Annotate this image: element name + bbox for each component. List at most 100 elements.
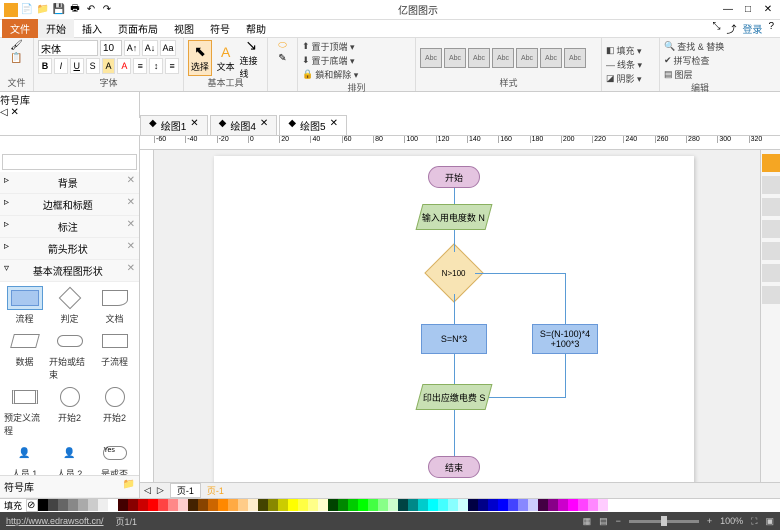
color-swatch[interactable] xyxy=(318,499,328,511)
decrease-font-icon[interactable]: A↓ xyxy=(142,40,158,56)
menu-tab[interactable]: 插入 xyxy=(74,19,110,38)
find-replace[interactable]: 🔍查找 & 替换 xyxy=(664,40,724,53)
color-swatch[interactable] xyxy=(128,499,138,511)
color-swatch[interactable] xyxy=(68,499,78,511)
color-swatch[interactable] xyxy=(178,499,188,511)
color-swatch[interactable] xyxy=(248,499,258,511)
color-swatch[interactable] xyxy=(568,499,578,511)
menu-tab[interactable]: 符号 xyxy=(202,19,238,38)
fit-icon[interactable]: ⛶ xyxy=(751,516,757,527)
increase-font-icon[interactable]: A↑ xyxy=(124,40,140,56)
category-item[interactable]: ▹箭头形状✕ xyxy=(0,238,139,260)
close-icon[interactable]: ✕ xyxy=(762,4,774,15)
doc-tab[interactable]: ◆绘图1✕ xyxy=(140,115,208,135)
minimize-icon[interactable]: — xyxy=(722,4,734,15)
color-swatch[interactable] xyxy=(418,499,428,511)
bullets-icon[interactable]: ≡ xyxy=(133,58,147,74)
node-end[interactable]: 结束 xyxy=(428,456,480,478)
paintbrush-icon[interactable]: 🖌 xyxy=(10,40,23,51)
menu-file[interactable]: 文件 xyxy=(2,19,38,38)
color-swatch[interactable] xyxy=(168,499,178,511)
font-size-input[interactable] xyxy=(100,40,122,56)
spell-check[interactable]: ✔拼写检查 xyxy=(664,54,724,67)
color-swatch[interactable] xyxy=(148,499,158,511)
color-swatch[interactable] xyxy=(428,499,438,511)
color-swatch[interactable] xyxy=(558,499,568,511)
node-start[interactable]: 开始 xyxy=(428,166,480,188)
paste-icon[interactable]: 📋 xyxy=(10,53,22,64)
zoom-in-icon[interactable]: + xyxy=(707,516,712,526)
color-swatch[interactable] xyxy=(88,499,98,511)
color-swatch[interactable] xyxy=(328,499,338,511)
align-icon[interactable]: ≡ xyxy=(165,58,179,74)
tool-icon[interactable] xyxy=(762,242,780,260)
sidebar-bottom[interactable]: 符号库📁 xyxy=(0,475,139,498)
color-swatch[interactable] xyxy=(288,499,298,511)
color-swatch[interactable] xyxy=(378,499,388,511)
connector-tool[interactable]: ↘连接线 xyxy=(239,40,263,76)
color-swatch[interactable] xyxy=(158,499,168,511)
color-swatch[interactable] xyxy=(38,499,48,511)
open-icon[interactable]: 📁 xyxy=(36,3,50,17)
bold-icon[interactable]: B xyxy=(38,58,52,74)
sidebar-collapse-icon[interactable]: ◁ ✕ xyxy=(0,107,139,118)
canvas[interactable]: 开始 输入用电度数 N N>100 S=N*3 S=(N-100)*4 +100… xyxy=(154,150,760,482)
doc-tab[interactable]: ◆绘图5✕ xyxy=(279,115,347,135)
strike-icon[interactable]: S xyxy=(86,58,100,74)
italic-icon[interactable]: I xyxy=(54,58,68,74)
node-output[interactable]: 印出应缴电费 S xyxy=(416,384,493,410)
color-swatch[interactable] xyxy=(308,499,318,511)
shape-document[interactable]: 文档 xyxy=(94,286,135,325)
color-swatch[interactable] xyxy=(508,499,518,511)
color-swatch[interactable] xyxy=(498,499,508,511)
print-icon[interactable]: 🖶 xyxy=(68,3,82,17)
color-swatch[interactable] xyxy=(438,499,448,511)
bring-front[interactable]: ⬆置于顶端 ▾ xyxy=(302,40,411,53)
shape-predefined[interactable]: 预定义流程 xyxy=(4,385,45,437)
color-swatch[interactable] xyxy=(358,499,368,511)
underline-icon[interactable]: U xyxy=(70,58,84,74)
sidebar-search-input[interactable] xyxy=(2,154,137,170)
pencil-tool-icon[interactable]: ✎ xyxy=(278,53,286,64)
status-link[interactable]: http://www.edrawsoft.cn/ xyxy=(6,516,104,526)
tool-icon[interactable] xyxy=(762,286,780,304)
tool-icon[interactable] xyxy=(762,220,780,238)
shape-subprocess[interactable]: 子流程 xyxy=(94,329,135,381)
style-gallery[interactable]: Abc Abc Abc Abc Abc Abc Abc xyxy=(420,48,586,68)
page-tab[interactable]: 页-1 xyxy=(207,484,224,497)
color-swatch[interactable] xyxy=(238,499,248,511)
zoom-slider[interactable] xyxy=(629,520,699,523)
clear-format-icon[interactable]: Aa xyxy=(160,40,176,56)
color-swatch[interactable] xyxy=(448,499,458,511)
color-swatch[interactable] xyxy=(348,499,358,511)
color-swatch[interactable] xyxy=(98,499,108,511)
color-swatch[interactable] xyxy=(478,499,488,511)
fill-menu[interactable]: ◧填充 ▾ xyxy=(606,44,642,57)
theme-tool-icon[interactable] xyxy=(762,154,780,172)
style-item[interactable]: Abc xyxy=(516,48,538,68)
color-swatch[interactable] xyxy=(368,499,378,511)
shape-start2[interactable]: 开始2 xyxy=(49,385,90,437)
color-swatch[interactable] xyxy=(548,499,558,511)
maximize-icon[interactable]: □ xyxy=(742,4,754,15)
color-swatch[interactable] xyxy=(78,499,88,511)
undo-icon[interactable]: ↶ xyxy=(84,3,98,17)
color-swatch[interactable] xyxy=(108,499,118,511)
collapse-icon[interactable]: ⤡ xyxy=(712,21,720,36)
page-nav-icon[interactable]: ◁ xyxy=(144,485,151,496)
help-icon[interactable]: ? xyxy=(768,21,774,36)
shape-yesno[interactable]: Yes是或否 xyxy=(94,441,135,475)
select-tool[interactable]: ⬉选择 xyxy=(188,40,212,76)
shape-process[interactable]: 流程 xyxy=(4,286,45,325)
category-item[interactable]: ▹边框和标题✕ xyxy=(0,194,139,216)
color-swatch[interactable] xyxy=(188,499,198,511)
category-item[interactable]: ▹标注✕ xyxy=(0,216,139,238)
shadow-menu[interactable]: ◪阴影 ▾ xyxy=(606,72,642,85)
color-swatch[interactable] xyxy=(338,499,348,511)
node-process1[interactable]: S=N*3 xyxy=(421,324,487,354)
category-item[interactable]: ▿基本流程图形状✕ xyxy=(0,260,139,282)
color-swatch[interactable] xyxy=(398,499,408,511)
highlight-icon[interactable]: A xyxy=(102,58,116,74)
new-icon[interactable]: 📄 xyxy=(20,3,34,17)
shape-decision[interactable]: 判定 xyxy=(49,286,90,325)
